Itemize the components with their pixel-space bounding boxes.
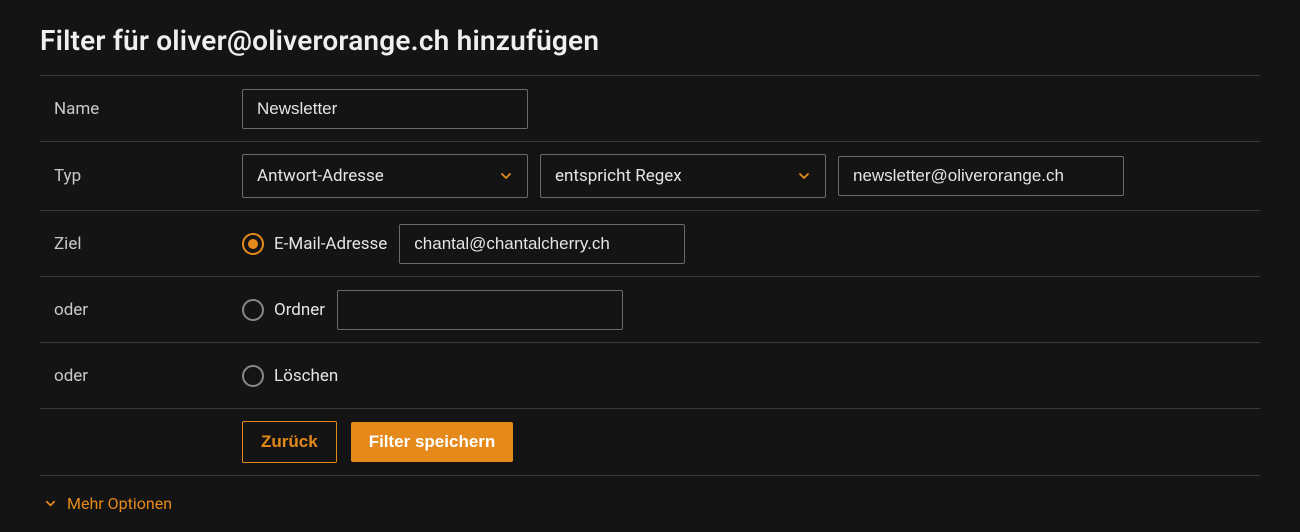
radio-icon	[242, 233, 264, 255]
label-or2: oder	[40, 366, 230, 386]
radio-email-label: E-Mail-Adresse	[274, 234, 387, 254]
more-options-label: Mehr Optionen	[67, 494, 172, 513]
more-options-toggle[interactable]: Mehr Optionen	[40, 494, 1260, 513]
radio-email[interactable]: E-Mail-Adresse	[242, 233, 387, 255]
target-email-input[interactable]	[399, 224, 685, 264]
label-or1: oder	[40, 300, 230, 320]
target-folder-input[interactable]	[337, 290, 623, 330]
chevron-down-icon	[44, 497, 57, 510]
type-value-input[interactable]	[838, 156, 1124, 196]
name-input[interactable]	[242, 89, 528, 129]
row-or-folder: oder Ordner	[40, 276, 1260, 342]
radio-icon	[242, 365, 264, 387]
radio-folder-label: Ordner	[274, 300, 325, 320]
back-button[interactable]: Zurück	[242, 421, 337, 463]
row-target: Ziel E-Mail-Adresse	[40, 210, 1260, 276]
save-button[interactable]: Filter speichern	[351, 422, 514, 462]
label-target: Ziel	[40, 234, 230, 254]
type-match-select-value: entspricht Regex	[555, 166, 682, 186]
chevron-down-icon	[797, 169, 811, 183]
row-or-delete: oder Löschen	[40, 342, 1260, 408]
label-type: Typ	[40, 166, 230, 186]
page-title: Filter für oliver@oliverorange.ch hinzuf…	[40, 24, 1260, 57]
type-field-select[interactable]: Antwort-Adresse	[242, 154, 528, 198]
row-type: Typ Antwort-Adresse entspricht Regex	[40, 141, 1260, 210]
label-name: Name	[40, 99, 230, 119]
type-match-select[interactable]: entspricht Regex	[540, 154, 826, 198]
row-buttons: Zurück Filter speichern	[40, 408, 1260, 476]
radio-folder[interactable]: Ordner	[242, 299, 325, 321]
type-field-select-value: Antwort-Adresse	[257, 166, 384, 186]
radio-delete-label: Löschen	[274, 366, 338, 386]
radio-icon	[242, 299, 264, 321]
radio-delete[interactable]: Löschen	[242, 365, 338, 387]
row-name: Name	[40, 75, 1260, 141]
chevron-down-icon	[499, 169, 513, 183]
